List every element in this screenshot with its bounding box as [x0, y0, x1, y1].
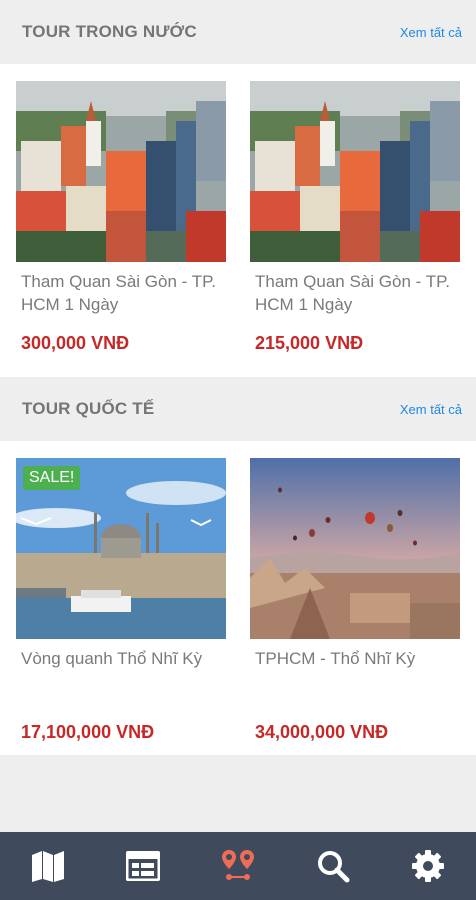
tour-title: Vòng quanh Thổ Nhĩ Kỳ	[21, 649, 203, 668]
nav-search[interactable]	[303, 836, 363, 896]
section-title: TOUR TRONG NƯỚC	[22, 22, 197, 41]
calendar-icon	[125, 851, 160, 881]
tour-card[interactable]: SALE! Vòng quanh Thổ Nhĩ Kỳ 17,100,000 V…	[16, 458, 226, 755]
section-header: TOUR QUỐC TẾ Xem tất cả	[0, 377, 476, 441]
tour-image-cappadocia[interactable]	[250, 458, 460, 639]
tour-card[interactable]: TPHCM - Thổ Nhĩ Kỳ 34,000,000 VNĐ	[250, 458, 460, 755]
tour-card[interactable]: Tham Quan Sài Gòn - TP. HCM 1 Ngày 215,0…	[250, 81, 460, 377]
international-tours-section: TOUR QUỐC TẾ Xem tất cả SALE! Vòng quanh…	[0, 377, 476, 755]
section-title: TOUR QUỐC TẾ	[22, 399, 155, 418]
tour-price: 34,000,000 VNĐ	[255, 722, 389, 742]
nav-tours[interactable]	[208, 836, 268, 896]
section-header: TOUR TRONG NƯỚC Xem tất cả	[0, 0, 476, 64]
map-icon	[31, 851, 64, 882]
nav-settings[interactable]	[398, 836, 458, 896]
nav-map[interactable]	[18, 836, 78, 896]
see-all-link[interactable]: Xem tất cả	[400, 25, 462, 40]
tour-title: Tham Quan Sài Gòn - TP. HCM 1 Ngày	[255, 272, 450, 314]
tour-card[interactable]: Tham Quan Sài Gòn - TP. HCM 1 Ngày 300,0…	[16, 81, 226, 377]
tour-image-saigon[interactable]	[250, 81, 460, 262]
tour-image-wrapper[interactable]: SALE!	[16, 458, 226, 639]
tour-price: 300,000 VNĐ	[21, 333, 130, 353]
tour-title: TPHCM - Thổ Nhĩ Kỳ	[255, 649, 416, 668]
gear-icon	[412, 850, 445, 882]
tour-image-saigon[interactable]	[16, 81, 226, 262]
tour-list: SALE! Vòng quanh Thổ Nhĩ Kỳ 17,100,000 V…	[0, 441, 476, 755]
domestic-tours-section: TOUR TRONG NƯỚC Xem tất cả Tham Quan Sài…	[0, 0, 476, 377]
route-pin-icon	[221, 850, 254, 880]
tour-price: 17,100,000 VNĐ	[21, 722, 155, 742]
nav-schedule[interactable]	[113, 836, 173, 896]
search-icon	[318, 851, 350, 883]
bottom-navigation	[0, 832, 476, 900]
tour-price: 215,000 VNĐ	[255, 333, 364, 353]
sale-badge: SALE!	[23, 466, 81, 490]
tour-list: Tham Quan Sài Gòn - TP. HCM 1 Ngày 300,0…	[0, 64, 476, 377]
tour-title: Tham Quan Sài Gòn - TP. HCM 1 Ngày	[21, 272, 216, 314]
see-all-link[interactable]: Xem tất cả	[400, 402, 462, 417]
